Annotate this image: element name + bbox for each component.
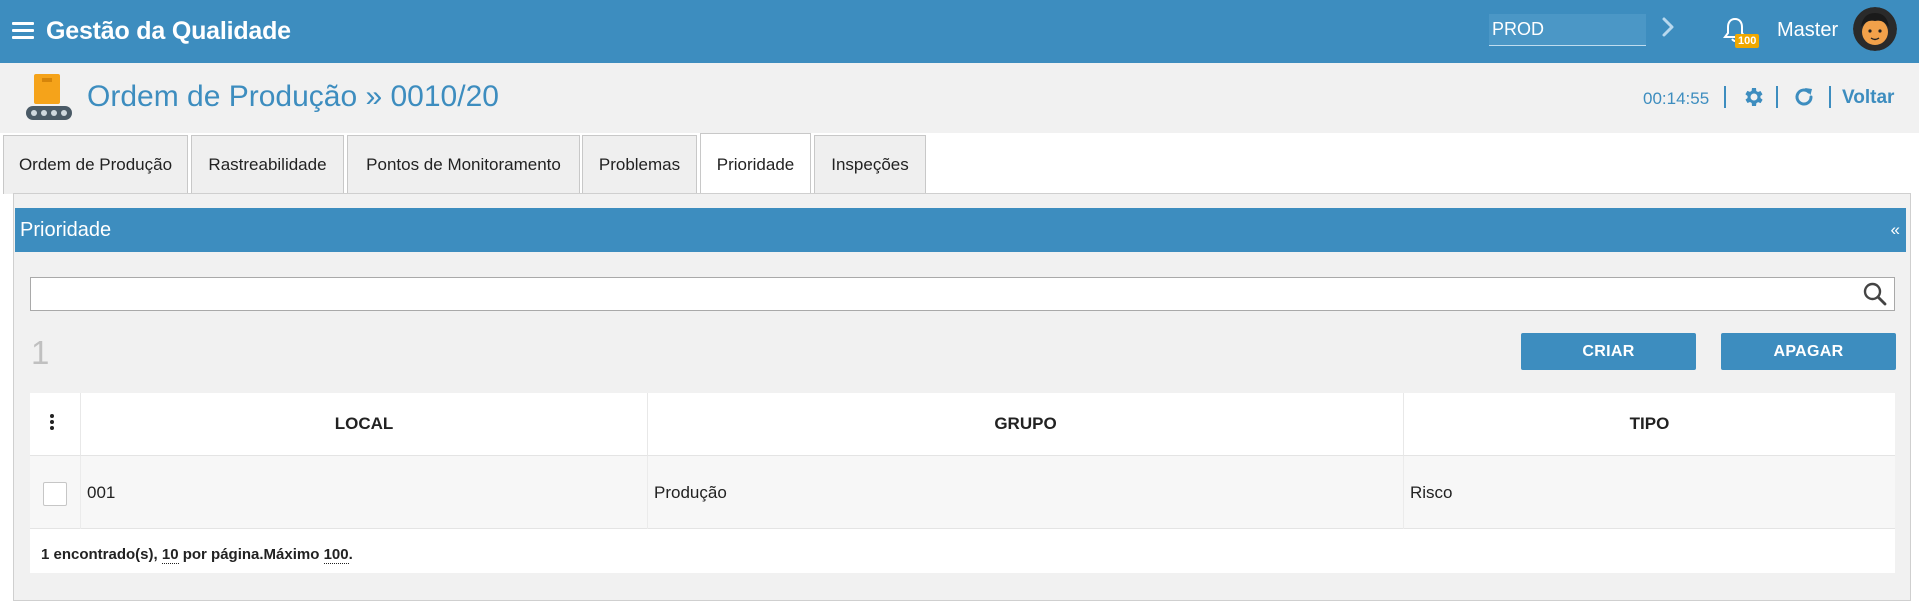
tab-rastreabilidade[interactable]: Rastreabilidade	[191, 135, 344, 194]
data-table: LOCAL GRUPO TIPO 001 Produção Risco 1 en…	[30, 393, 1895, 573]
collapse-icon[interactable]: «	[1891, 220, 1900, 240]
app-title: Gestão da Qualidade	[46, 17, 291, 45]
search-input[interactable]	[30, 277, 1895, 311]
cell-local[interactable]: 001	[81, 456, 648, 529]
separator	[1724, 86, 1726, 108]
top-bar: Gestão da Qualidade 100 Master	[0, 0, 1919, 63]
panel-header: Prioridade «	[15, 208, 1906, 252]
notification-badge: 100	[1735, 34, 1760, 48]
refresh-icon[interactable]	[1792, 85, 1816, 109]
separator	[1829, 86, 1831, 108]
environment-input[interactable]	[1489, 14, 1646, 46]
max-selector[interactable]: 100	[323, 546, 349, 564]
tab-prioridade[interactable]: Prioridade	[700, 133, 811, 195]
tab-pontos-de-monitoramento[interactable]: Pontos de Monitoramento	[347, 135, 580, 194]
column-header-local[interactable]: LOCAL	[81, 393, 648, 456]
row-checkbox[interactable]	[43, 482, 67, 506]
column-menu	[30, 393, 81, 456]
tab-ordem-de-producao[interactable]: Ordem de Produção	[3, 135, 188, 194]
column-header-tipo[interactable]: TIPO	[1404, 393, 1895, 456]
kebab-menu-icon[interactable]	[50, 414, 54, 432]
page-title: Ordem de Produção » 0010/20	[87, 80, 499, 113]
separator	[1776, 86, 1778, 108]
cell-tipo[interactable]: Risco	[1404, 456, 1895, 529]
delete-button[interactable]: APAGAR	[1721, 333, 1896, 370]
chevron-right-icon[interactable]	[1660, 15, 1678, 39]
hamburger-menu-icon[interactable]	[12, 22, 34, 40]
found-text: 1 encontrado(s),	[41, 546, 162, 563]
per-page-selector[interactable]: 10	[161, 546, 179, 564]
row-select-cell	[30, 456, 81, 529]
record-count: 1	[31, 334, 50, 371]
footer-end: .	[348, 546, 353, 563]
tab-bar: Ordem de Produção Rastreabilidade Pontos…	[0, 133, 1919, 195]
user-name[interactable]: Master	[1777, 19, 1838, 42]
conveyor-box-icon	[26, 74, 72, 120]
tab-problemas[interactable]: Problemas	[582, 135, 697, 194]
tab-inspecoes[interactable]: Inspeções	[814, 135, 926, 194]
pagination-summary: 1 encontrado(s), 10 por página.Máximo 10…	[41, 546, 353, 564]
search-icon[interactable]	[1862, 281, 1888, 307]
panel-title: Prioridade	[20, 219, 112, 241]
table-row[interactable]: 001 Produção Risco	[30, 456, 1895, 529]
create-button[interactable]: CRIAR	[1521, 333, 1696, 370]
column-header-grupo[interactable]: GRUPO	[648, 393, 1404, 456]
gear-icon[interactable]	[1741, 85, 1765, 109]
session-timer: 00:14:55	[1643, 89, 1710, 108]
cell-grupo[interactable]: Produção	[648, 456, 1404, 529]
per-page-text: por página.Máximo	[178, 546, 324, 563]
back-link[interactable]: Voltar	[1842, 87, 1894, 109]
avatar[interactable]	[1853, 7, 1897, 51]
